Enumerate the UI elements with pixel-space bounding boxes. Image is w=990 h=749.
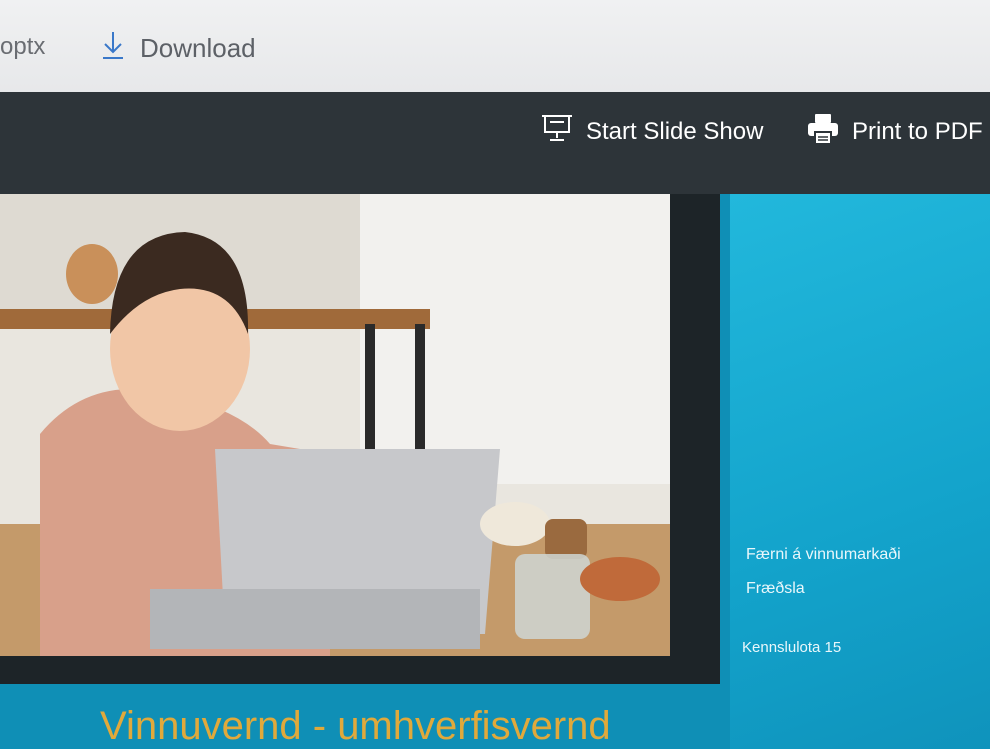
slide-subtitle-line2: Fræðsla [746,580,805,597]
download-label: Download [140,32,256,63]
file-header: optx Download [0,0,990,92]
download-button[interactable]: Download [100,30,256,66]
slide-title: Vinnuvernd - umhverfisvernd [100,704,611,748]
download-icon [100,30,126,67]
printer-icon [806,112,840,153]
slide-image-panel [0,194,730,749]
file-name: optx [0,33,46,60]
slide-canvas: Færni á vinnumarkaði Fræðsla Kennslulota… [0,194,990,749]
slide-lesson-label: Kennslulota 15 [742,639,842,656]
start-slideshow-button[interactable]: Start Slide Show [540,112,763,152]
start-slideshow-label: Start Slide Show [586,118,764,145]
slide-side-panel [720,194,990,749]
presentation-icon [540,112,574,153]
viewer-toolbar: Start Slide Show Print to PDF [0,92,990,194]
slide-photo [0,194,670,656]
photo-frame [0,194,720,684]
print-to-pdf-label: Print to PDF [852,118,983,145]
slide-subtitle-line1: Færni á vinnumarkaði [746,546,901,563]
print-to-pdf-button[interactable]: Print to PDF [806,112,983,152]
